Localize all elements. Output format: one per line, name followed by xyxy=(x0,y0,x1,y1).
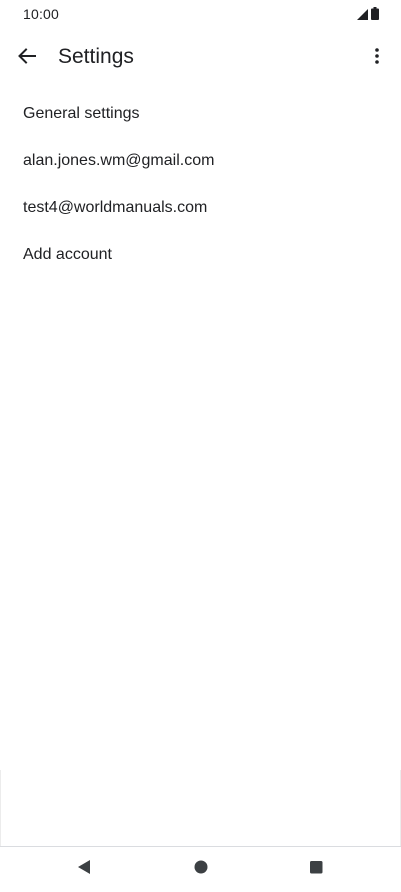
navigation-bar xyxy=(0,846,401,892)
status-time: 10:00 xyxy=(23,6,60,22)
more-options-button[interactable] xyxy=(365,44,389,72)
settings-item-label: alan.jones.wm@gmail.com xyxy=(23,151,215,169)
status-bar: 10:00 xyxy=(0,0,401,28)
back-button[interactable] xyxy=(12,44,42,72)
settings-item-account-gmail[interactable]: alan.jones.wm@gmail.com xyxy=(0,137,401,184)
nav-home-icon xyxy=(193,859,209,880)
bottom-card-edge xyxy=(0,770,401,846)
nav-back-button[interactable] xyxy=(72,857,96,881)
settings-item-account-worldmanuals[interactable]: test4@worldmanuals.com xyxy=(0,184,401,231)
settings-item-label: General settings xyxy=(23,104,140,122)
nav-home-button[interactable] xyxy=(189,857,213,881)
settings-item-add-account[interactable]: Add account xyxy=(0,231,401,278)
nav-back-icon xyxy=(76,859,92,880)
arrow-left-icon xyxy=(18,47,36,69)
more-vert-icon xyxy=(375,47,379,69)
page-title: Settings xyxy=(58,45,134,68)
settings-list: General settings alan.jones.wm@gmail.com… xyxy=(0,90,401,278)
nav-recents-button[interactable] xyxy=(304,857,328,881)
settings-item-label: test4@worldmanuals.com xyxy=(23,198,208,216)
settings-item-label: Add account xyxy=(23,245,112,263)
signal-icon xyxy=(357,7,368,25)
status-icons xyxy=(357,7,379,25)
nav-recents-icon xyxy=(308,859,324,880)
app-bar: Settings xyxy=(0,36,401,80)
settings-item-general[interactable]: General settings xyxy=(0,90,401,137)
battery-icon xyxy=(371,7,379,25)
